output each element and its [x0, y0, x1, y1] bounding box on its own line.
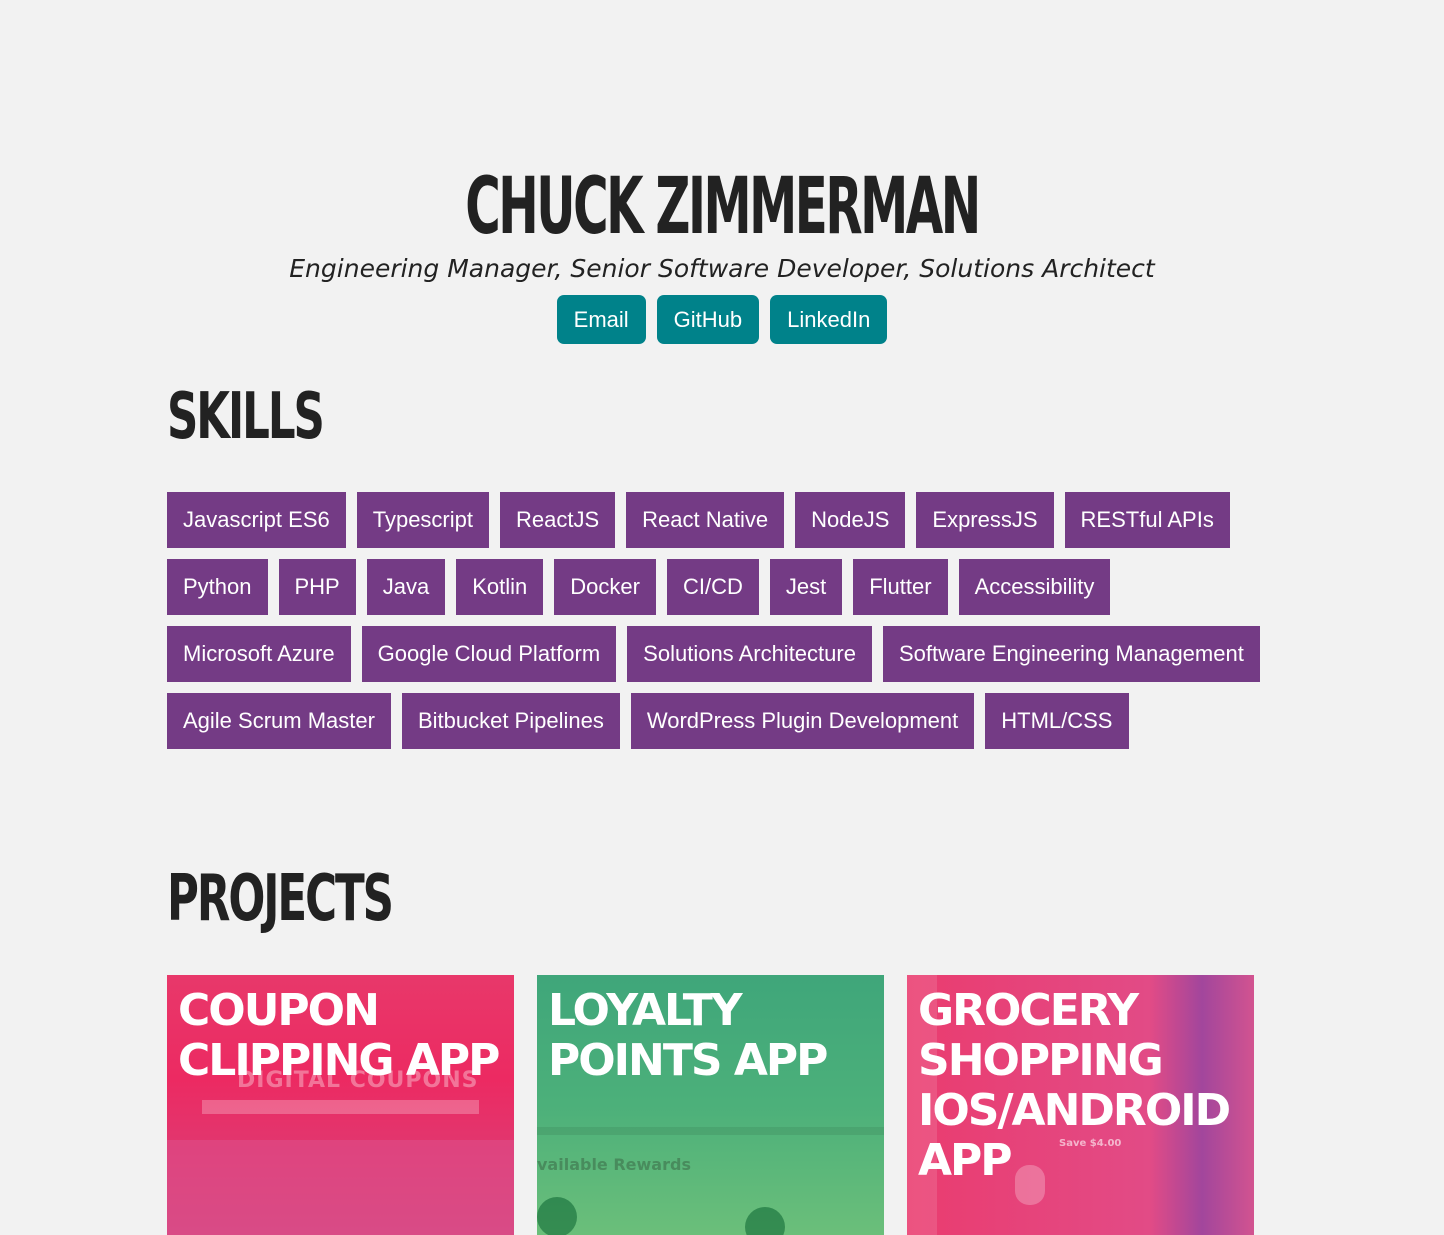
- skill-tag: Software Engineering Management: [882, 626, 1260, 682]
- skill-tag: Docker: [554, 559, 656, 615]
- skills-heading: SKILLS: [167, 380, 325, 454]
- project-card-loyalty[interactable]: vailable Rewards LOYALTY POINTS APP: [537, 975, 884, 1235]
- skill-tag: CI/CD: [666, 559, 759, 615]
- skill-tag: Java: [366, 559, 446, 615]
- project-title: GROCERY SHOPPING IOS/ANDROID APP: [918, 985, 1231, 1186]
- project-title: COUPON CLIPPING APP: [178, 985, 500, 1086]
- project-card-grocery[interactable]: Save $4.00 GROCERY SHOPPING IOS/ANDROID …: [907, 975, 1254, 1235]
- skill-tag: ExpressJS: [916, 492, 1054, 548]
- skill-tag: HTML/CSS: [985, 693, 1129, 749]
- email-button[interactable]: Email: [556, 295, 646, 344]
- skill-tag: React Native: [626, 492, 785, 548]
- project-title: LOYALTY POINTS APP: [548, 985, 828, 1086]
- linkedin-button[interactable]: LinkedIn: [770, 295, 888, 344]
- project-card-coupon[interactable]: DIGITAL COUPONS COUPON CLIPPING APP: [167, 975, 514, 1235]
- skills-list: Javascript ES6 Typescript ReactJS React …: [167, 492, 1277, 749]
- skill-tag: NodeJS: [795, 492, 906, 548]
- skill-tag: Accessibility: [958, 559, 1111, 615]
- skill-tag: Solutions Architecture: [627, 626, 872, 682]
- github-button[interactable]: GitHub: [656, 295, 760, 344]
- skill-tag: Microsoft Azure: [167, 626, 351, 682]
- skill-tag: WordPress Plugin Development: [630, 693, 975, 749]
- screenshot-caption: vailable Rewards: [537, 1155, 691, 1174]
- page-title: CHUCK ZIMMERMAN: [465, 162, 981, 252]
- skill-tag: ReactJS: [500, 492, 616, 548]
- skill-tag: Bitbucket Pipelines: [401, 693, 620, 749]
- skill-tag: Jest: [769, 559, 843, 615]
- skill-tag: Python: [167, 559, 268, 615]
- skill-tag: Kotlin: [456, 559, 544, 615]
- skill-tag: Javascript ES6: [167, 492, 346, 548]
- skill-tag: Flutter: [853, 559, 948, 615]
- skill-tag: RESTful APIs: [1064, 492, 1230, 548]
- projects-heading: PROJECTS: [167, 862, 394, 936]
- tagline: Engineering Manager, Senior Software Dev…: [289, 254, 1155, 283]
- skill-tag: PHP: [278, 559, 356, 615]
- projects-grid: DIGITAL COUPONS COUPON CLIPPING APP vail…: [167, 975, 1254, 1235]
- skill-tag: Typescript: [356, 492, 489, 548]
- skill-tag: Google Cloud Platform: [361, 626, 617, 682]
- contact-links: Email GitHub LinkedIn: [0, 295, 1444, 344]
- page-header: CHUCK ZIMMERMAN Engineering Manager, Sen…: [0, 162, 1444, 344]
- skill-tag: Agile Scrum Master: [167, 693, 391, 749]
